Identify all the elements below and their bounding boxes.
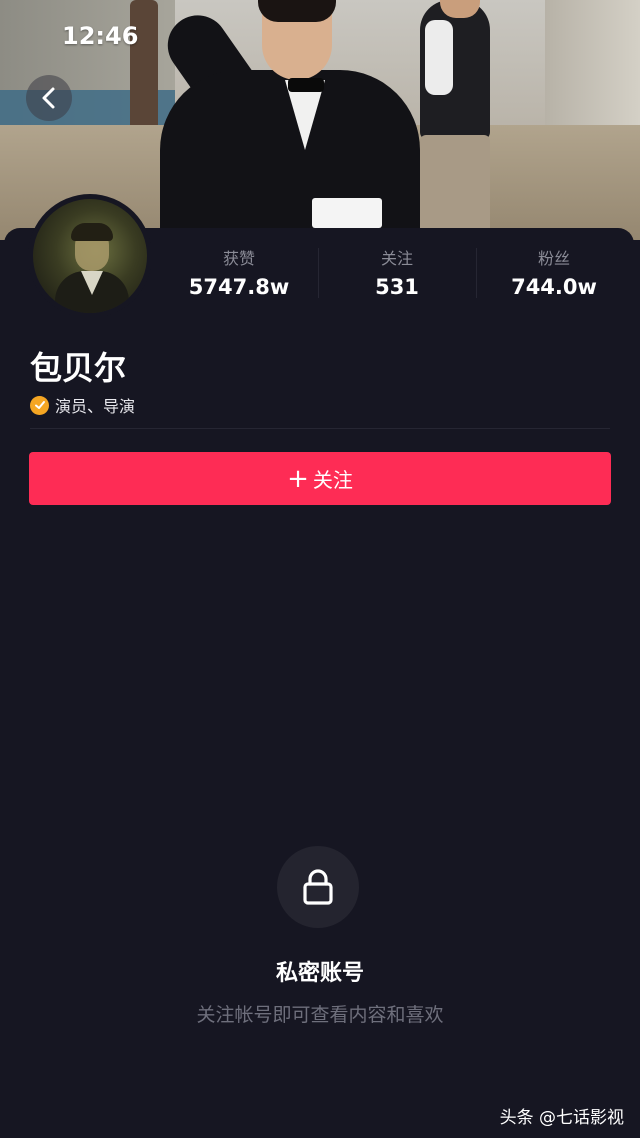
stat-following[interactable]: 关注 531 [317,245,477,299]
stat-value: 744.0w [511,275,597,299]
lock-icon [303,869,333,905]
chevron-left-icon [42,87,55,109]
verified-label: 演员、导演 [55,397,136,416]
stat-label: 关注 [380,249,413,268]
stat-label: 获赞 [222,249,255,268]
avatar[interactable] [28,194,152,318]
verified-badge: 演员、导演 [30,393,135,417]
section-divider [30,428,610,429]
private-account-title: 私密账号 [275,961,364,986]
stat-value: 531 [375,275,419,299]
watermark: 头条 @七话影视 [499,1108,624,1128]
back-button[interactable] [26,75,72,121]
follow-button-label: 关注 [312,468,353,492]
profile-name: 包贝尔 [30,349,127,387]
plus-icon: + [287,463,309,494]
stat-value: 5747.8w [188,275,290,299]
stat-likes[interactable]: 获赞 5747.8w [159,245,319,299]
private-lock-badge [277,846,359,928]
verified-check-icon [30,395,49,415]
status-bar-time: 12:46 [62,22,139,50]
follow-button[interactable]: + 关注 [29,452,611,505]
stat-followers[interactable]: 粉丝 744.0w [474,245,634,299]
private-account-description: 关注帐号即可查看内容和喜欢 [196,1004,444,1026]
avatar-image [33,199,147,313]
stat-label: 粉丝 [537,249,570,268]
